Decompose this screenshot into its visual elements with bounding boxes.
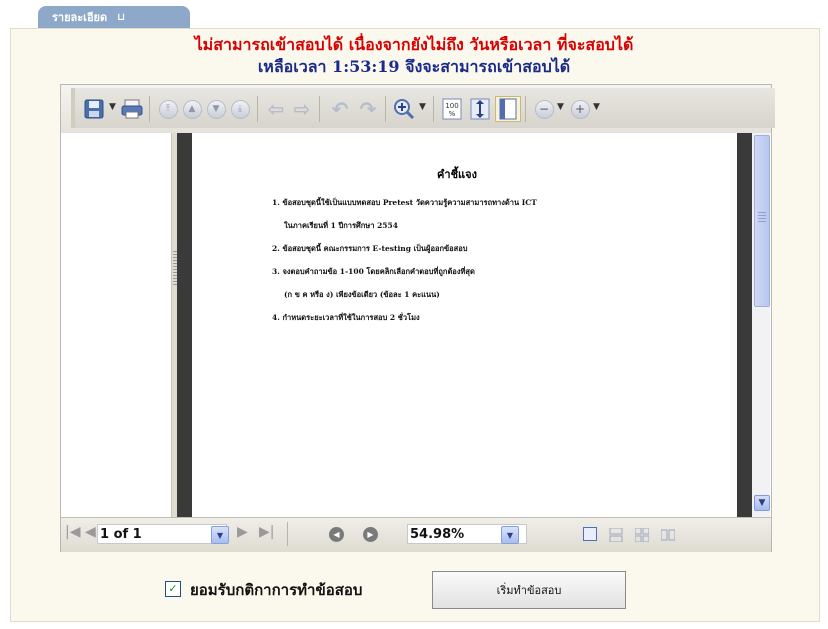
- viewer-toolbar: ▼ ⤒ ▲ ▼ ⤓ ⇦ ⇨ ↶ ↷ ▼ 100% − ▼ + ▼: [61, 85, 775, 134]
- fit-page-icon[interactable]: [467, 96, 493, 122]
- last-page-icon[interactable]: ⤓: [227, 96, 253, 122]
- continuous-page-icon[interactable]: [609, 527, 623, 543]
- facing-continuous-icon[interactable]: [634, 527, 650, 543]
- last-page-nav-icon[interactable]: ▶|: [259, 524, 274, 540]
- thumbnail-pane: [61, 133, 171, 517]
- details-tab[interactable]: รายละเอียด ⊔: [38, 6, 190, 28]
- scrollbar-grip-icon: [758, 212, 766, 222]
- back-nav-icon[interactable]: ◀: [329, 527, 344, 542]
- document-line: 1. ข้อสอบชุดนี้ใช้เป็นแบบทดสอบ Pretest ว…: [272, 198, 537, 207]
- toolbar-separator: [385, 96, 386, 122]
- document-line: ในภาคเรียนที่ 1 ปีการศึกษา 2554: [284, 221, 398, 230]
- zoom-out-circle-icon[interactable]: −: [531, 96, 557, 122]
- document-title: คำชี้แจง: [437, 168, 477, 181]
- zoom-in-dropdown-icon[interactable]: ▼: [593, 102, 600, 112]
- accept-row: ✓ ยอมรับกติกาการทำข้อสอบ เริ่มทำข้อสอบ: [0, 567, 828, 609]
- document-line: (ก ข ค หรือ ง) เพียงข้อเดียว (ข้อละ 1 คะ…: [284, 290, 440, 299]
- page-number-field[interactable]: 1 of 1: [97, 524, 227, 544]
- toolbar-separator: [149, 96, 150, 122]
- document-line: 2. ข้อสอบชุดนี้ คณะกรรมการ E-testing เป็…: [272, 244, 468, 253]
- scrollbar-thumb[interactable]: [754, 135, 770, 307]
- zoom-dropdown-icon[interactable]: ▼: [501, 526, 519, 544]
- forward-icon[interactable]: ⇨: [289, 96, 315, 122]
- cannot-enter-message: ไม่สามารถเข้าสอบได้ เนื่องจากยังไม่ถึง ว…: [194, 35, 634, 54]
- fit-width-icon[interactable]: [495, 96, 521, 122]
- forward-nav-icon[interactable]: ▶: [363, 527, 378, 542]
- zoom-out-dropdown-icon[interactable]: ▼: [557, 102, 564, 112]
- zoom-dropdown-icon[interactable]: ▼: [419, 102, 426, 112]
- navbar-separator: [287, 522, 288, 546]
- zoom-in-circle-icon[interactable]: +: [567, 96, 593, 122]
- viewer-content: คำชี้แจง 1. ข้อสอบชุดนี้ใช้เป็นแบบทดสอบ …: [61, 133, 771, 517]
- zoom-in-icon[interactable]: [391, 96, 417, 122]
- first-page-icon[interactable]: ⤒: [155, 96, 181, 122]
- remaining-time-message: เหลือเวลา 1:53:19 จึงจะสามารถเข้าสอบได้: [257, 57, 571, 76]
- tab-corner-icon: ⊔: [117, 11, 126, 23]
- redo-icon[interactable]: ↷: [355, 96, 381, 122]
- accept-checkbox[interactable]: ✓: [165, 581, 181, 597]
- scroll-down-icon[interactable]: ▼: [754, 495, 770, 511]
- back-icon[interactable]: ⇦: [263, 96, 289, 122]
- pdf-viewer: ▼ ⤒ ▲ ▼ ⤓ ⇦ ⇨ ↶ ↷ ▼ 100% − ▼ + ▼ คำชี้แจ…: [60, 84, 775, 552]
- first-page-nav-icon[interactable]: |◀: [65, 524, 80, 540]
- details-tab-label: รายละเอียด: [52, 11, 108, 24]
- print-icon[interactable]: [119, 96, 145, 122]
- toolbar-separator: [319, 96, 320, 122]
- navigation-bar: |◀ ◀ 1 of 1 ▼ ▶ ▶| ◀ ▶ 54.98% ▼: [61, 517, 771, 552]
- undo-icon[interactable]: ↶: [327, 96, 353, 122]
- next-page-nav-icon[interactable]: ▶: [237, 524, 248, 540]
- document-area: คำชี้แจง 1. ข้อสอบชุดนี้ใช้เป็นแบบทดสอบ …: [177, 133, 752, 517]
- single-page-icon[interactable]: [583, 527, 597, 541]
- svg-text:%: %: [449, 110, 456, 118]
- actual-size-icon[interactable]: 100%: [439, 96, 465, 122]
- document-line: 4. กำหนดระยะเวลาที่ใช้ในการสอบ 2 ชั่วโมง: [272, 313, 420, 322]
- next-page-icon[interactable]: ▼: [203, 96, 229, 122]
- start-exam-button[interactable]: เริ่มทำข้อสอบ: [432, 571, 626, 609]
- page-dropdown-icon[interactable]: ▼: [211, 526, 229, 544]
- vertical-scrollbar[interactable]: ▼: [752, 133, 770, 517]
- prev-page-nav-icon[interactable]: ◀: [85, 524, 96, 540]
- toolbar-separator: [525, 96, 526, 122]
- document-line: 3. จงตอบคำถามข้อ 1-100 โดยคลิกเลือกคำตอบ…: [272, 267, 475, 276]
- toolbar-separator: [433, 96, 434, 122]
- svg-text:100: 100: [445, 102, 458, 110]
- accept-label[interactable]: ยอมรับกติกาการทำข้อสอบ: [190, 578, 362, 602]
- prev-page-icon[interactable]: ▲: [179, 96, 205, 122]
- save-icon[interactable]: [81, 96, 107, 122]
- save-dropdown-icon[interactable]: ▼: [109, 102, 116, 112]
- toolbar-separator: [257, 96, 258, 122]
- document-page: คำชี้แจง 1. ข้อสอบชุดนี้ใช้เป็นแบบทดสอบ …: [192, 133, 737, 517]
- toolbar-strip: ▼ ⤒ ▲ ▼ ⤓ ⇦ ⇨ ↶ ↷ ▼ 100% − ▼ + ▼: [71, 88, 775, 128]
- facing-page-icon[interactable]: [660, 527, 676, 541]
